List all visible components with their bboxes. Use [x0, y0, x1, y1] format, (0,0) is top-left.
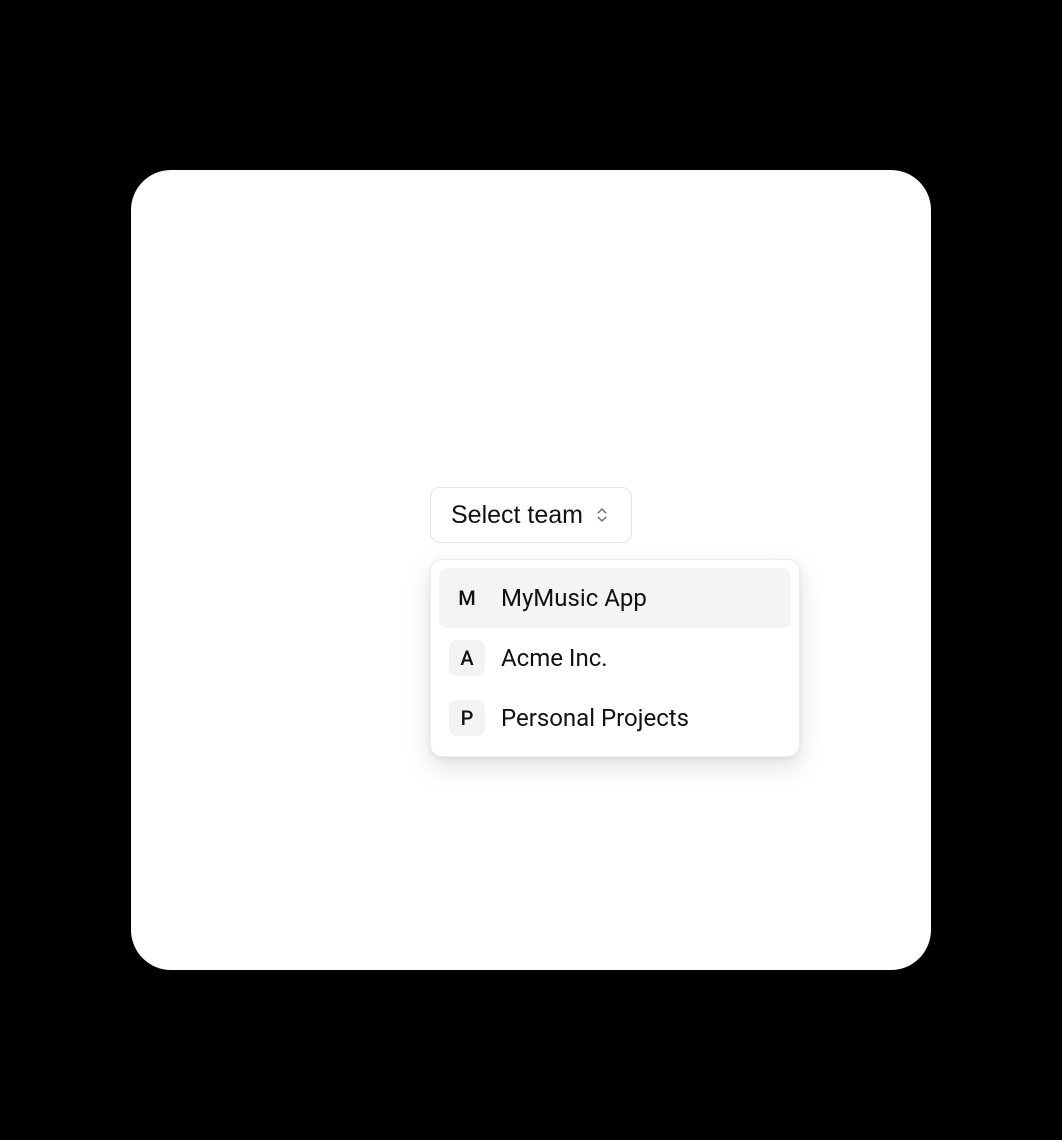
select-placeholder: Select team	[451, 500, 583, 530]
avatar: A	[449, 640, 485, 676]
chevrons-up-down-icon	[593, 506, 611, 524]
avatar: P	[449, 700, 485, 736]
option-label: Personal Projects	[501, 704, 689, 733]
avatar-initial: M	[458, 586, 476, 610]
avatar-initial: P	[461, 706, 474, 730]
option-label: Acme Inc.	[501, 644, 608, 673]
team-option-acme[interactable]: A Acme Inc.	[439, 628, 791, 688]
team-option-personal[interactable]: P Personal Projects	[439, 688, 791, 748]
team-dropdown: M MyMusic App A Acme Inc. P Personal Pro…	[430, 559, 800, 757]
team-selector: Select team M MyMusic App A Acme Inc.	[430, 487, 632, 543]
avatar: M	[449, 580, 485, 616]
select-team-trigger[interactable]: Select team	[430, 487, 632, 543]
avatar-initial: A	[460, 646, 473, 670]
option-label: MyMusic App	[501, 584, 647, 613]
team-option-mymusic[interactable]: M MyMusic App	[439, 568, 791, 628]
card: Select team M MyMusic App A Acme Inc.	[131, 170, 931, 970]
